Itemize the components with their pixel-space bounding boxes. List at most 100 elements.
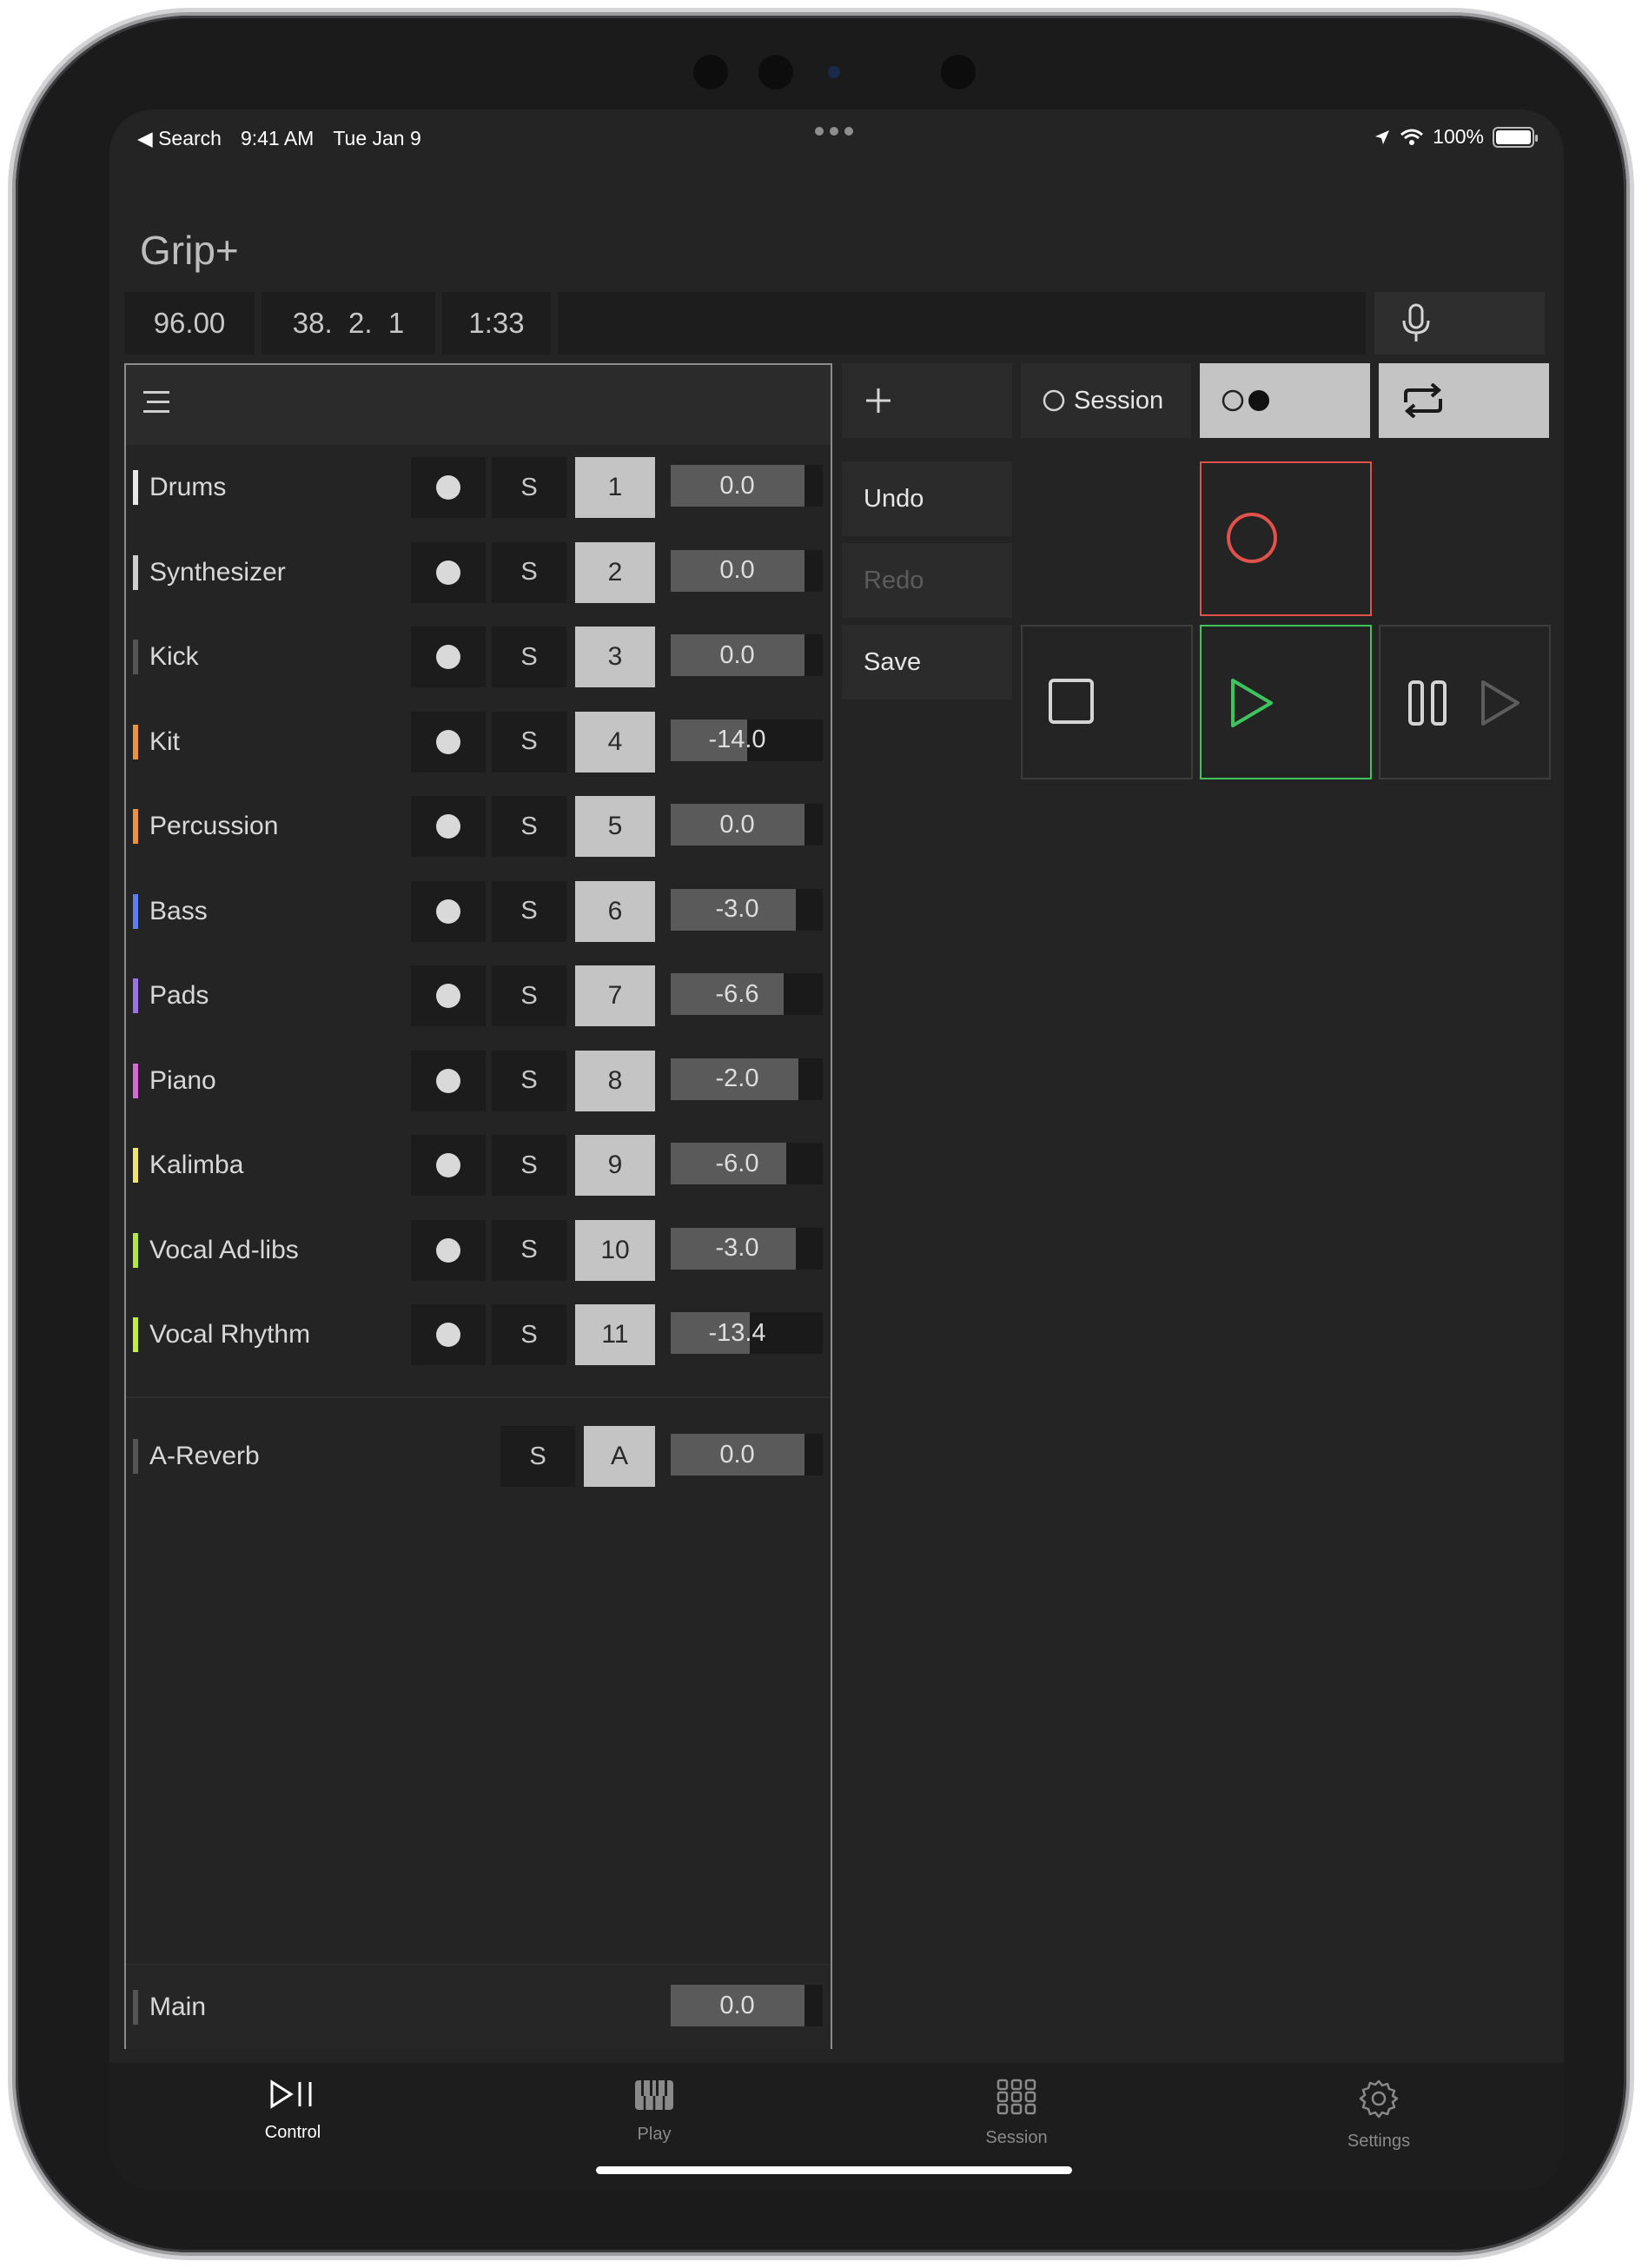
- solo-button[interactable]: S: [492, 457, 566, 518]
- mixer-header: [126, 365, 831, 445]
- return-track-row[interactable]: A-Reverb S A 0.0: [126, 1414, 831, 1498]
- solo-button[interactable]: S: [492, 880, 566, 942]
- undo-label: Undo: [864, 484, 924, 513]
- tempo-display[interactable]: 96.00: [124, 292, 255, 355]
- volume-slider[interactable]: -3.0: [671, 888, 823, 931]
- record-arm-button[interactable]: [411, 627, 486, 687]
- menu-icon[interactable]: [143, 391, 173, 417]
- volume-slider[interactable]: -6.6: [671, 973, 823, 1015]
- record-arm-button[interactable]: [411, 965, 486, 1026]
- track-number-button[interactable]: 6: [575, 880, 655, 942]
- pause-button[interactable]: [1379, 625, 1551, 779]
- tab-label: Session: [985, 2128, 1048, 2147]
- record-arm-button[interactable]: [411, 1050, 486, 1111]
- solo-button[interactable]: S: [492, 1050, 566, 1111]
- record-arm-icon: [436, 560, 460, 585]
- solo-button[interactable]: S: [492, 1304, 566, 1365]
- home-indicator[interactable]: [596, 2166, 1072, 2174]
- volume-slider[interactable]: 0.0: [671, 1434, 823, 1476]
- track-number-button[interactable]: 8: [575, 1050, 655, 1111]
- track-number-button[interactable]: 11: [575, 1304, 655, 1365]
- volume-slider[interactable]: 0.0: [671, 549, 823, 592]
- record-arm-button[interactable]: [411, 1219, 486, 1281]
- redo-button[interactable]: Redo: [842, 543, 1012, 618]
- track-number-button[interactable]: 2: [575, 541, 655, 603]
- track-row[interactable]: Bass S 6 -3.0: [126, 869, 831, 953]
- back-to-search-link[interactable]: ◀ Search: [137, 127, 222, 150]
- stop-button[interactable]: [1021, 625, 1193, 779]
- record-arm-button[interactable]: [411, 880, 486, 942]
- track-number-button[interactable]: 3: [575, 627, 655, 687]
- solo-button[interactable]: S: [492, 1219, 566, 1281]
- session-button[interactable]: Session: [1021, 363, 1191, 438]
- volume-slider[interactable]: 0.0: [671, 465, 823, 507]
- microphone-icon: [1402, 303, 1430, 342]
- play-button[interactable]: [1200, 625, 1372, 779]
- main-track-row[interactable]: Main 0.0: [126, 1965, 831, 2049]
- track-name: Vocal Rhythm: [149, 1320, 311, 1349]
- divider: [126, 1396, 831, 1398]
- volume-slider[interactable]: -2.0: [671, 1058, 823, 1100]
- track-number-button[interactable]: 4: [575, 711, 655, 773]
- time-value: 1:33: [468, 307, 525, 339]
- track-row[interactable]: Percussion S 5 0.0: [126, 784, 831, 868]
- track-number-button[interactable]: 5: [575, 796, 655, 857]
- volume-value: 0.0: [719, 640, 755, 669]
- tab-control[interactable]: Control: [206, 2079, 380, 2143]
- track-row[interactable]: Kit S 4 -14.0: [126, 700, 831, 784]
- track-row[interactable]: Vocal Ad-libs S 10 -3.0: [126, 1208, 831, 1292]
- solo-button[interactable]: S: [492, 1135, 566, 1196]
- track-row[interactable]: Pads S 7 -6.6: [126, 953, 831, 1038]
- track-number-button[interactable]: 7: [575, 965, 655, 1026]
- volume-slider[interactable]: 0.0: [671, 804, 823, 846]
- loop-toggle[interactable]: [1379, 363, 1549, 438]
- tab-session[interactable]: Session: [930, 2079, 1103, 2148]
- track-row[interactable]: Kalimba S 9 -6.0: [126, 1123, 831, 1207]
- track-number-button[interactable]: 1: [575, 457, 655, 518]
- volume-slider[interactable]: 0.0: [671, 634, 823, 676]
- solo-button[interactable]: S: [492, 627, 566, 687]
- save-button[interactable]: Save: [842, 625, 1012, 700]
- track-row[interactable]: Drums S 1 0.0: [126, 445, 831, 529]
- record-button[interactable]: [1200, 461, 1372, 616]
- record-arm-button[interactable]: [411, 796, 486, 857]
- track-name: Drums: [149, 473, 227, 501]
- solo-button[interactable]: S: [492, 965, 566, 1026]
- multitasking-dots-icon[interactable]: [815, 127, 853, 136]
- volume-value: 0.0: [719, 810, 755, 839]
- record-mode-toggle[interactable]: [1200, 363, 1370, 438]
- track-row[interactable]: Piano S 8 -2.0: [126, 1038, 831, 1123]
- solo-button[interactable]: S: [492, 711, 566, 773]
- record-arm-button[interactable]: [411, 1304, 486, 1365]
- loop-icon: [1404, 383, 1442, 418]
- volume-slider[interactable]: 0.0: [671, 1985, 823, 2026]
- add-track-button[interactable]: [842, 363, 1012, 438]
- record-arm-button[interactable]: [411, 711, 486, 773]
- undo-button[interactable]: Undo: [842, 461, 1012, 536]
- tab-play[interactable]: Play: [567, 2079, 741, 2145]
- microphone-button[interactable]: [1374, 292, 1545, 355]
- track-number-button[interactable]: 10: [575, 1219, 655, 1281]
- record-arm-button[interactable]: [411, 541, 486, 603]
- track-row[interactable]: Synthesizer S 2 0.0: [126, 530, 831, 614]
- volume-slider[interactable]: -3.0: [671, 1227, 823, 1270]
- tab-settings[interactable]: Settings: [1292, 2079, 1466, 2152]
- track-color-indicator: [133, 640, 138, 674]
- track-color-indicator: [133, 1439, 138, 1474]
- solo-button[interactable]: S: [492, 796, 566, 857]
- time-display[interactable]: 1:33: [442, 292, 551, 355]
- transport-spacer: [558, 292, 1366, 355]
- volume-slider[interactable]: -6.0: [671, 1143, 823, 1184]
- track-row[interactable]: Kick S 3 0.0: [126, 614, 831, 699]
- gear-icon: [1359, 2079, 1399, 2119]
- track-number-button[interactable]: 9: [575, 1135, 655, 1196]
- record-arm-button[interactable]: [411, 457, 486, 518]
- solo-button[interactable]: S: [500, 1426, 575, 1487]
- volume-slider[interactable]: -14.0: [671, 719, 823, 761]
- track-row[interactable]: Vocal Rhythm S 11 -13.4: [126, 1292, 831, 1376]
- record-arm-button[interactable]: [411, 1135, 486, 1196]
- volume-slider[interactable]: -13.4: [671, 1312, 823, 1354]
- song-position-display[interactable]: 38. 2. 1: [262, 292, 435, 355]
- send-button[interactable]: A: [584, 1426, 655, 1487]
- solo-button[interactable]: S: [492, 541, 566, 603]
